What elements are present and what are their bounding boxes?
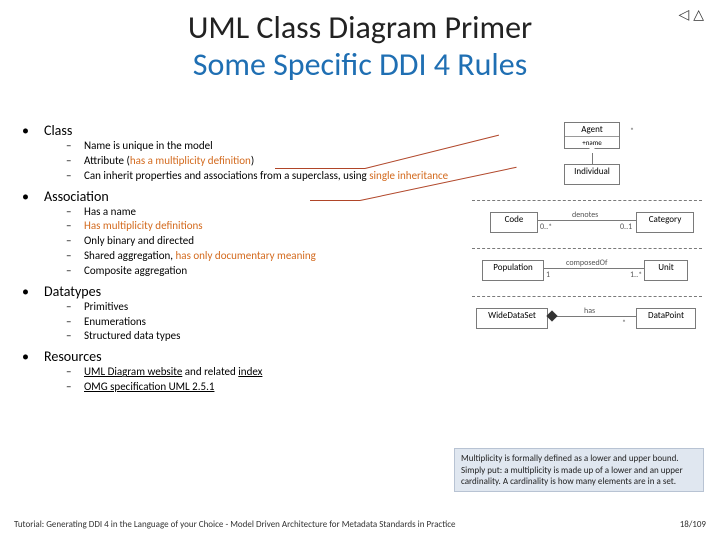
association-line [538, 220, 636, 221]
callout-line [310, 200, 360, 201]
omg-spec-link[interactable]: OMG specification UML 2.5.1 [84, 380, 214, 395]
association-label: has [584, 306, 595, 316]
class-unit: Unit [644, 260, 688, 281]
content: •Class –Name is unique in the model –Att… [22, 118, 452, 395]
heading-datatypes: •Datatypes [22, 283, 452, 300]
item-text: Enumerations [84, 315, 146, 330]
multiplicity-label: 0..1 [620, 222, 632, 232]
heading-datatypes-label: Datatypes [44, 283, 101, 300]
class-name: Agent [565, 123, 619, 137]
multiplicity-label: 0..* [540, 222, 552, 232]
item-text: Shared aggregation, has only documentary… [84, 249, 316, 264]
separator-line [472, 296, 702, 297]
association-label: denotes [572, 210, 598, 220]
class-category: Category [636, 212, 694, 233]
heading-association: •Association [22, 188, 452, 205]
item-text: UML Diagram website and related index [84, 365, 262, 380]
slide-title: UML Class Diagram Primer Some Specific D… [0, 0, 720, 84]
item-text: Name is unique in the model [84, 139, 213, 154]
list-item: –Enumerations [66, 315, 452, 330]
list-item: –UML Diagram website and related index [66, 365, 452, 380]
list-item: –Has multiplicity definitions [66, 219, 452, 234]
multiplicity-label: * [622, 318, 626, 328]
title-line1: UML Class Diagram Primer [0, 10, 720, 47]
footer: Tutorial: Generating DDI 4 in the Langua… [14, 519, 706, 530]
association-line [548, 316, 636, 317]
callout-line [275, 168, 365, 169]
item-text: Composite aggregation [84, 264, 187, 279]
list-item: –Can inherit properties and associations… [66, 169, 452, 184]
list-item: –Composite aggregation [66, 264, 452, 279]
class-name: WideDataSet [477, 309, 547, 322]
list-item: –Shared aggregation, has only documentar… [66, 249, 452, 264]
list-item: –Name is unique in the model [66, 139, 452, 154]
item-text: Can inherit properties and associations … [84, 169, 448, 184]
item-text: Has a name [84, 205, 136, 220]
class-name: Individual [565, 165, 619, 178]
separator-line [472, 248, 702, 249]
uml-index-link[interactable]: index [238, 365, 262, 378]
class-widedataset: WideDataSet [476, 308, 548, 329]
tooltip-text: Multiplicity is formally defined as a lo… [461, 453, 683, 487]
heading-resources: •Resources [22, 348, 452, 365]
item-text: Attribute (has a multiplicity definition… [84, 154, 254, 169]
item-text: Structured data types [84, 329, 180, 344]
multiplicity-label: 1..* [630, 270, 642, 280]
footer-text: Tutorial: Generating DDI 4 in the Langua… [14, 519, 456, 530]
uml-diagram: Agent +name * Individual Code Category d… [472, 122, 702, 332]
class-name: Code [491, 213, 537, 226]
list-item: –Primitives [66, 300, 452, 315]
list-item: –Structured data types [66, 329, 452, 344]
list-item: –OMG specification UML 2.5.1 [66, 380, 452, 395]
heading-resources-label: Resources [44, 348, 102, 365]
generalization-arrow-icon [587, 144, 597, 153]
association-line [544, 268, 644, 269]
multiplicity-label: * [630, 126, 634, 136]
nav-icons[interactable]: ◁△ [678, 6, 708, 23]
class-population: Population [482, 260, 544, 281]
title-line2: Some Specific DDI 4 Rules [0, 47, 720, 84]
class-name: Unit [645, 261, 687, 274]
multiplicity-tooltip: Multiplicity is formally defined as a lo… [454, 448, 704, 492]
uml-website-link[interactable]: UML Diagram website [84, 365, 182, 378]
list-item: –Only binary and directed [66, 234, 452, 249]
multiplicity-label: 1 [546, 270, 550, 280]
heading-association-label: Association [44, 188, 109, 205]
separator-line [472, 200, 702, 201]
item-text: Primitives [84, 300, 128, 315]
association-label: composedOf [566, 258, 607, 268]
class-individual: Individual [564, 164, 620, 185]
class-name: Category [637, 213, 693, 226]
list-item: –Has a name [66, 205, 452, 220]
class-name: DataPoint [637, 309, 695, 322]
page-number: 18/109 [680, 519, 706, 530]
heading-class: •Class [22, 122, 452, 139]
class-datapoint: DataPoint [636, 308, 696, 329]
class-code: Code [490, 212, 538, 233]
heading-class-label: Class [44, 122, 72, 139]
composition-diamond-icon [546, 310, 557, 321]
slide: ◁△ UML Class Diagram Primer Some Specifi… [0, 0, 720, 540]
item-text: Only binary and directed [84, 234, 194, 249]
class-name: Population [483, 261, 543, 274]
item-text: Has multiplicity definitions [84, 219, 203, 234]
